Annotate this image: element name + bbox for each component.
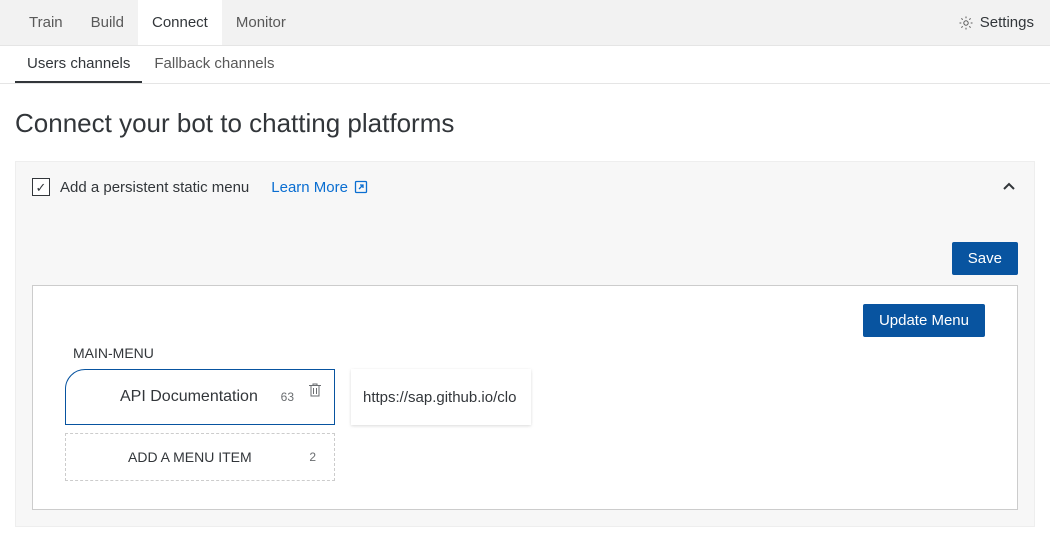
- external-link-icon: [354, 180, 368, 194]
- learn-more-label: Learn More: [271, 179, 348, 196]
- persistent-menu-panel: ✓ Add a persistent static menu Learn Mor…: [15, 161, 1035, 527]
- gear-icon: [958, 15, 974, 31]
- tab-monitor[interactable]: Monitor: [222, 0, 300, 45]
- menu-item-url-value: https://sap.github.io/clo: [363, 389, 516, 406]
- sub-tab-fallback-channels[interactable]: Fallback channels: [142, 46, 286, 83]
- menu-item-label: API Documentation: [120, 388, 258, 406]
- persistent-menu-label: Add a persistent static menu: [60, 179, 249, 196]
- menu-item-url-input[interactable]: https://sap.github.io/clo: [351, 369, 531, 425]
- add-menu-item-button[interactable]: ADD A MENU ITEM 2: [65, 433, 335, 481]
- menu-item-card[interactable]: API Documentation 63: [65, 369, 335, 425]
- sub-tab-users-channels[interactable]: Users channels: [15, 46, 142, 83]
- trash-icon[interactable]: [308, 382, 322, 398]
- tab-train[interactable]: Train: [15, 0, 77, 45]
- menu-section-title: MAIN-MENU: [73, 345, 985, 361]
- chevron-up-icon[interactable]: [1000, 178, 1018, 196]
- main-tabs: Train Build Connect Monitor: [0, 0, 300, 45]
- check-icon: ✓: [36, 181, 47, 194]
- menu-editor: Update Menu MAIN-MENU API Documentation …: [32, 285, 1018, 510]
- menu-item-char-count: 63: [281, 390, 294, 404]
- tab-build[interactable]: Build: [77, 0, 138, 45]
- persistent-menu-checkbox[interactable]: ✓: [32, 178, 50, 196]
- tab-connect[interactable]: Connect: [138, 0, 222, 45]
- add-menu-item-count: 2: [309, 450, 316, 464]
- add-menu-item-label: ADD A MENU ITEM: [128, 449, 252, 465]
- save-button[interactable]: Save: [952, 242, 1018, 275]
- sub-tabs: Users channels Fallback channels: [0, 46, 1050, 84]
- settings-label: Settings: [980, 14, 1034, 31]
- page-title: Connect your bot to chatting platforms: [0, 84, 1050, 161]
- settings-link[interactable]: Settings: [958, 0, 1050, 45]
- update-menu-button[interactable]: Update Menu: [863, 304, 985, 337]
- learn-more-link[interactable]: Learn More: [271, 179, 368, 196]
